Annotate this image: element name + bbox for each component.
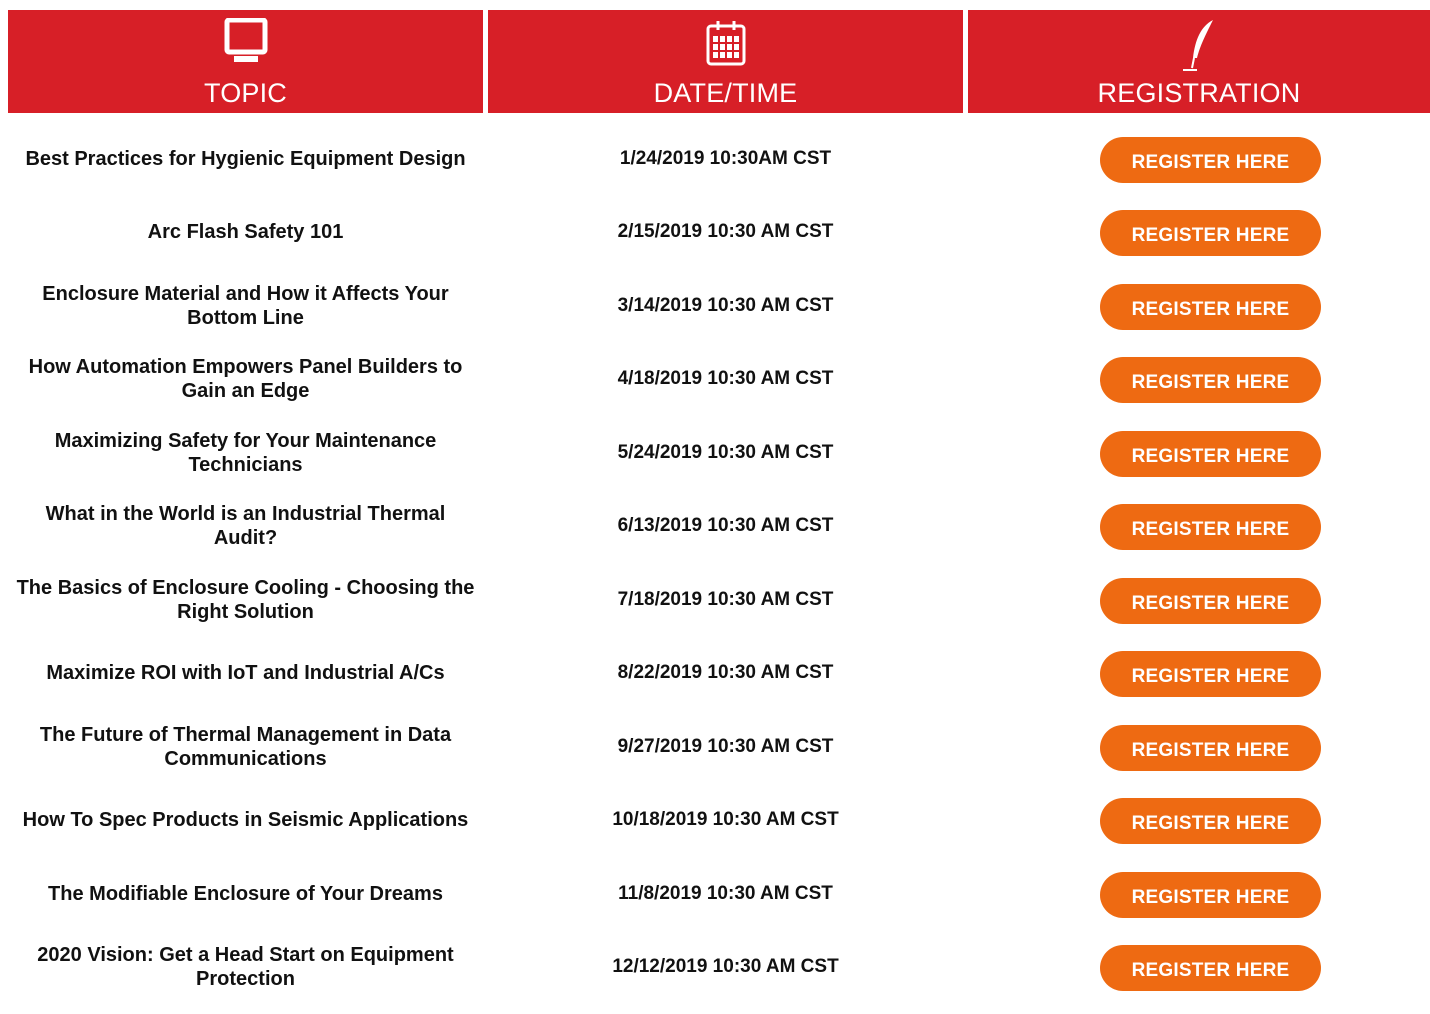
topic-text: What in the World is an Industrial Therm… (45, 503, 446, 549)
topic-cell: 2020 Vision: Get a Head Start on Equipme… (8, 941, 483, 993)
register-here-button[interactable]: REGISTER HERE (1100, 357, 1321, 403)
topic-cell: The Future of Thermal Management in Data… (8, 721, 483, 773)
datetime-cell: 7/18/2019 10:30 AM CST (617, 589, 834, 610)
datetime-cell: 6/13/2019 10:30 AM CST (617, 515, 834, 536)
table-row: The Basics of Enclosure Cooling - Choosi… (0, 574, 1430, 647)
header-registration-label: REGISTRATION (1097, 78, 1301, 108)
header-registration: REGISTRATION (968, 10, 1430, 113)
register-here-button[interactable]: REGISTER HERE (1100, 578, 1321, 624)
topic-text: Best Practices for Hygienic Equipment De… (25, 148, 466, 170)
topic-text: Maximize ROI with IoT and Industrial A/C… (46, 662, 445, 684)
topic-cell: How To Spec Products in Seismic Applicat… (8, 794, 483, 846)
topic-text: The Modifiable Enclosure of Your Dreams (48, 883, 443, 905)
table-row: What in the World is an Industrial Therm… (0, 500, 1430, 573)
table-row: Arc Flash Safety 101 2/15/2019 10:30 AM C… (0, 206, 1430, 279)
topic-text: 2020 Vision: Get a Head Start on Equipme… (37, 944, 454, 990)
register-here-button[interactable]: REGISTER HERE (1100, 651, 1321, 697)
topic-cell: The Basics of Enclosure Cooling - Choosi… (8, 574, 483, 626)
table-row: How Automation Empowers Panel Builders t… (0, 353, 1430, 426)
table-header: TOPIC DATE/TIME REGISTRATION (8, 10, 1430, 113)
register-here-button[interactable]: REGISTER HERE (1100, 798, 1321, 844)
register-here-button[interactable]: REGISTER HERE (1100, 504, 1321, 550)
datetime-cell: 10/18/2019 10:30 AM CST (612, 809, 839, 830)
datetime-cell: 3/14/2019 10:30 AM CST (617, 295, 834, 316)
datetime-cell: 8/22/2019 10:30 AM CST (617, 662, 834, 683)
monitor-icon (224, 18, 267, 62)
topic-text: Enclosure Material and How it Affects Yo… (42, 283, 449, 329)
header-date-label: DATE/TIME (653, 78, 798, 108)
register-here-button[interactable]: REGISTER HERE (1100, 210, 1321, 256)
table-row: Enclosure Material and How it Affects Yo… (0, 280, 1430, 353)
header-topic: TOPIC (8, 10, 483, 113)
register-here-button[interactable]: REGISTER HERE (1100, 872, 1321, 918)
table-row: 2020 Vision: Get a Head Start on Equipme… (0, 941, 1430, 1014)
datetime-cell: 9/27/2019 10:30 AM CST (617, 736, 834, 757)
table-row: Best Practices for Hygienic Equipment De… (0, 133, 1430, 206)
topic-cell: Arc Flash Safety 101 (8, 206, 483, 258)
topic-cell: What in the World is an Industrial Therm… (8, 500, 483, 552)
datetime-cell: 4/18/2019 10:30 AM CST (617, 368, 834, 389)
table-row: The Future of Thermal Management in Data… (0, 721, 1430, 794)
table-row: How To Spec Products in Seismic Applicat… (0, 794, 1430, 867)
register-here-button[interactable]: REGISTER HERE (1100, 945, 1321, 991)
register-here-button[interactable]: REGISTER HERE (1100, 725, 1321, 771)
topic-cell: Enclosure Material and How it Affects Yo… (8, 280, 483, 332)
quill-pen-icon (1183, 20, 1213, 71)
register-here-button[interactable]: REGISTER HERE (1100, 284, 1321, 330)
topic-text: The Future of Thermal Management in Data… (39, 724, 452, 770)
topic-cell: How Automation Empowers Panel Builders t… (8, 353, 483, 405)
topic-text: How To Spec Products in Seismic Applicat… (22, 809, 469, 831)
topic-cell: The Modifiable Enclosure of Your Dreams (8, 868, 483, 920)
topic-text: Maximizing Safety for Your Maintenance T… (54, 430, 437, 476)
header-topic-label: TOPIC (203, 78, 287, 108)
topic-cell: Maximize ROI with IoT and Industrial A/C… (8, 647, 483, 699)
datetime-cell: 1/24/2019 10:30AM CST (619, 148, 832, 169)
datetime-cell: 5/24/2019 10:30 AM CST (617, 442, 834, 463)
table-row: Maximizing Safety for Your Maintenance T… (0, 427, 1430, 500)
register-here-button[interactable]: REGISTER HERE (1100, 137, 1321, 183)
table-row: The Modifiable Enclosure of Your Dreams 1… (0, 868, 1430, 941)
datetime-cell: 11/8/2019 10:30 AM CST (618, 883, 833, 904)
topic-text: How Automation Empowers Panel Builders t… (28, 356, 463, 402)
topic-text: The Basics of Enclosure Cooling - Choosi… (16, 577, 475, 623)
datetime-cell: 12/12/2019 10:30 AM CST (612, 956, 839, 977)
register-here-button[interactable]: REGISTER HERE (1100, 431, 1321, 477)
calendar-icon (706, 21, 745, 66)
topic-cell: Maximizing Safety for Your Maintenance T… (8, 427, 483, 479)
topic-cell: Best Practices for Hygienic Equipment De… (8, 133, 483, 185)
topic-text: Arc Flash Safety 101 (147, 221, 344, 243)
datetime-cell: 2/15/2019 10:30 AM CST (617, 221, 834, 242)
table-row: Maximize ROI with IoT and Industrial A/C… (0, 647, 1430, 720)
header-date: DATE/TIME (488, 10, 963, 113)
